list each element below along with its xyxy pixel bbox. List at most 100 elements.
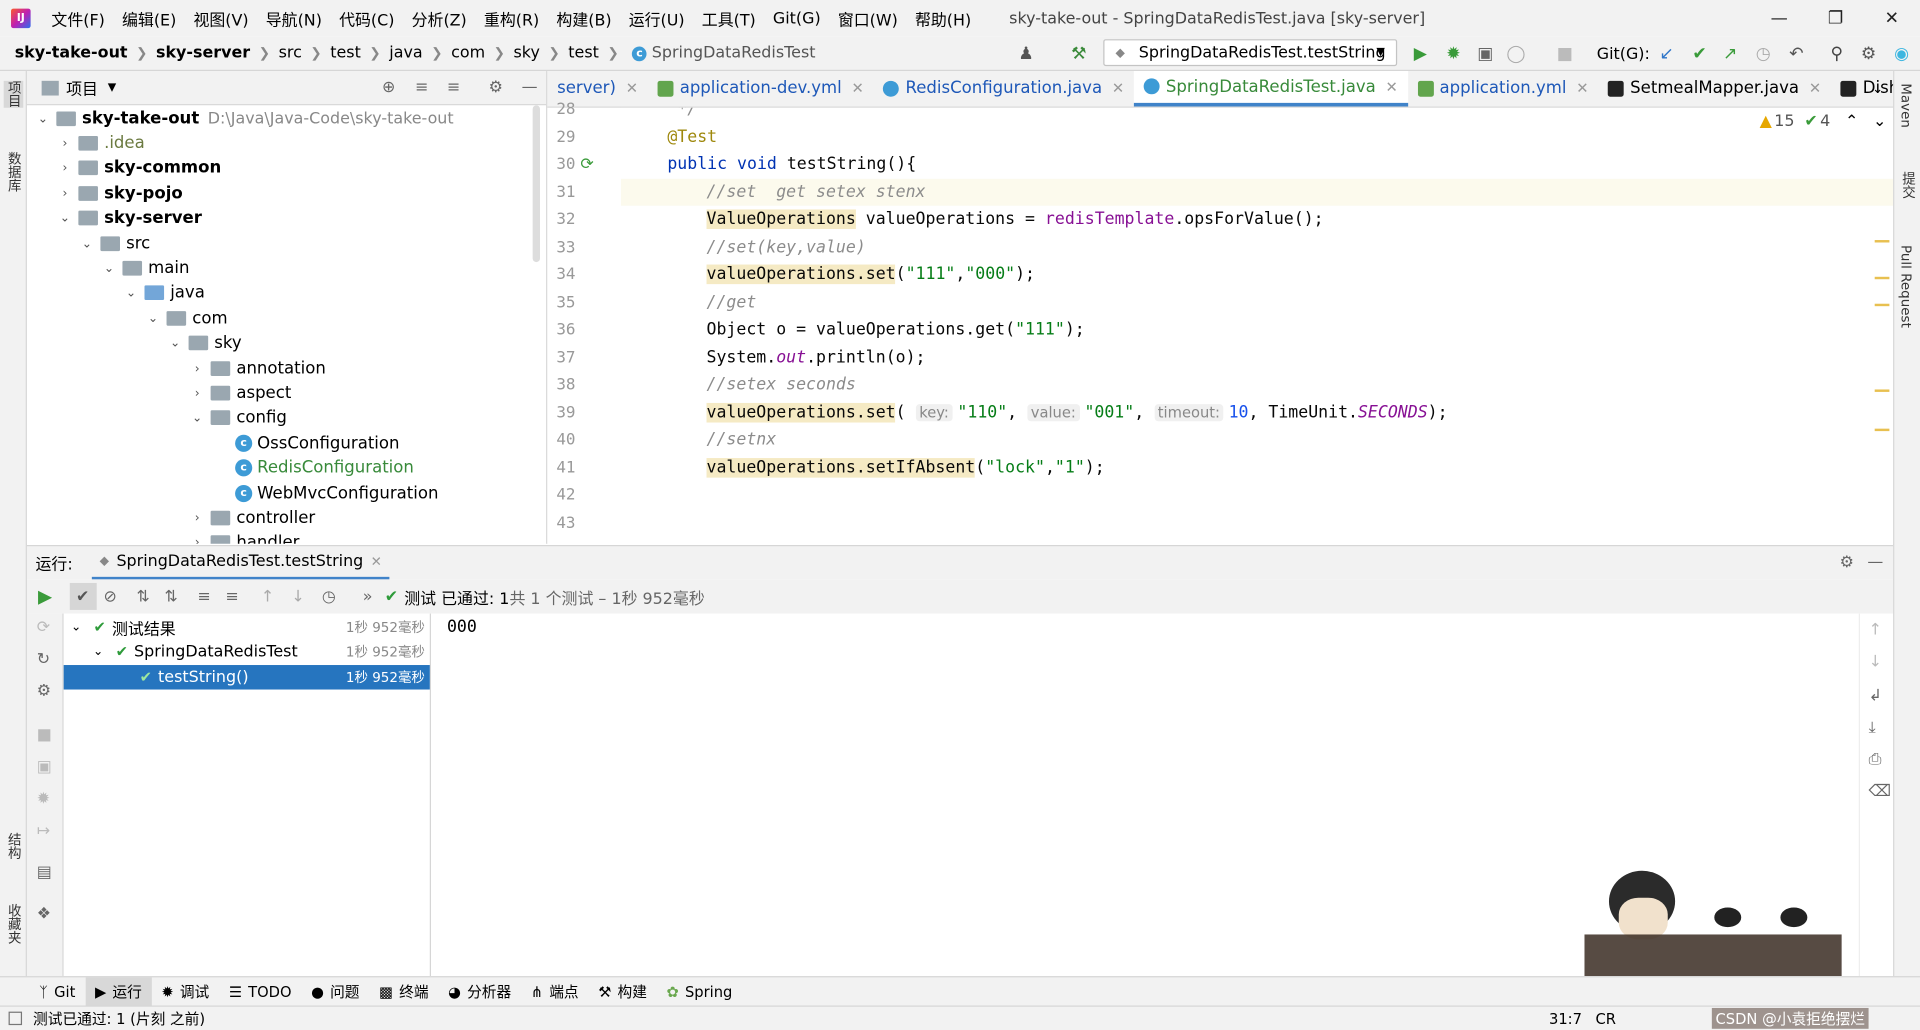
show-ignored-icon[interactable]: ⊘ [104, 587, 117, 605]
maximize-icon[interactable]: ❐ [1807, 0, 1863, 37]
menu-navigate[interactable]: 导航(N) [257, 7, 330, 30]
stripe-pull-request[interactable]: Pull Request [1898, 245, 1914, 328]
tree-item[interactable]: ⌄ sky [167, 331, 242, 355]
next-failed-icon[interactable]: ↓ [291, 587, 304, 605]
tool-spring[interactable]: ✿ Spring [657, 977, 742, 1006]
tool-debug[interactable]: ✹ 调试 [152, 977, 219, 1006]
sort-duration-icon[interactable]: ⇅ [165, 587, 178, 605]
breadcrumb-item[interactable]: java [389, 44, 422, 62]
menu-edit[interactable]: 编辑(E) [113, 7, 184, 30]
stripe-commit[interactable]: 提交 [1898, 171, 1918, 198]
history-icon[interactable]: ◷ [1753, 44, 1773, 64]
run-configuration-select[interactable]: ◆ SpringDataRedisTest.testString ▼ [1103, 39, 1398, 67]
breadcrumb-item[interactable]: test [330, 44, 361, 62]
more-icon[interactable]: » [363, 587, 373, 605]
tab-redis-configuration[interactable]: RedisConfiguration.java ✕ [874, 71, 1134, 107]
debug-icon[interactable]: ✹ [37, 790, 50, 808]
debug-icon[interactable]: ✹ [1444, 44, 1464, 64]
menu-build[interactable]: 构建(B) [548, 7, 620, 30]
stripe-favorites[interactable]: 收藏夹 [4, 904, 24, 944]
tool-build[interactable]: ⚒ 构建 [588, 977, 656, 1006]
menu-file[interactable]: 文件(F) [43, 7, 114, 30]
tree-item[interactable]: ⌄ java [122, 280, 205, 304]
error-stripe-mark[interactable] [1874, 389, 1890, 392]
settings-gear-icon[interactable]: ⚙ [489, 78, 503, 96]
tree-item[interactable]: c OssConfiguration [230, 431, 399, 455]
tree-item[interactable]: ⌄ config [189, 405, 287, 429]
hide-icon[interactable]: — [522, 78, 538, 96]
tab-setmeal-mapper[interactable]: SetmealMapper.java ✕ [1598, 71, 1831, 107]
chevron-down-icon[interactable]: ⌄ [1873, 113, 1886, 131]
error-stripe-mark[interactable] [1874, 276, 1890, 307]
menu-tools[interactable]: 工具(T) [693, 7, 764, 30]
stripe-project[interactable]: 项目 [3, 80, 24, 108]
collapse-all-icon[interactable]: ≡ [226, 587, 239, 605]
tool-profiler[interactable]: ◕ 分析器 [438, 977, 521, 1006]
profile-icon[interactable]: ◯ [1506, 44, 1526, 64]
sort-alpha-icon[interactable]: ⇅ [136, 587, 149, 605]
stripe-database[interactable]: 数据库 [4, 152, 24, 192]
minimize-icon[interactable]: — [1751, 0, 1807, 37]
tree-item[interactable]: ⌄ sky-server [56, 206, 202, 230]
collapse-all-icon[interactable]: ≡ [447, 78, 460, 96]
breadcrumb-item[interactable]: sky-take-out [15, 44, 128, 62]
menu-run[interactable]: 运行(U) [620, 7, 693, 30]
build-hammer-icon[interactable]: ⚒ [1069, 44, 1089, 64]
search-icon[interactable]: ⚲ [1827, 44, 1847, 64]
menu-code[interactable]: 代码(C) [330, 7, 403, 30]
menu-git[interactable]: Git(G) [764, 9, 829, 27]
test-row-selected[interactable]: ✔ testString() 1秒 952毫秒 [63, 665, 430, 690]
breadcrumb-item[interactable]: SpringDataRedisTest [652, 44, 816, 62]
console-output[interactable]: 000 [431, 613, 1859, 977]
tab-application-yml[interactable]: application.yml ✕ [1408, 71, 1599, 107]
tree-item[interactable]: ⌄ src [78, 231, 150, 255]
toggle-auto-test-icon[interactable]: ↻ [37, 650, 50, 668]
expand-all-icon[interactable]: ≡ [197, 587, 210, 605]
close-icon[interactable]: ✕ [371, 553, 382, 569]
menu-window[interactable]: 窗口(W) [829, 7, 906, 30]
tool-git[interactable]: ᛉ Git [29, 977, 85, 1006]
arrow-down-icon[interactable]: ↓ [1869, 653, 1882, 671]
rerun-icon[interactable]: ▶ [38, 585, 52, 607]
tree-item[interactable]: › controller [189, 506, 315, 530]
close-icon[interactable]: ✕ [1864, 0, 1920, 37]
expand-all-icon[interactable]: ≡ [415, 78, 428, 96]
tool-run[interactable]: ▶ 运行 [85, 976, 152, 1007]
breadcrumb-item[interactable]: test [568, 44, 599, 62]
rollback-icon[interactable]: ↶ [1787, 44, 1807, 64]
tree-item[interactable]: ⌄ main [100, 256, 190, 280]
tool-problems[interactable]: ● 问题 [301, 977, 369, 1006]
trash-icon[interactable]: ⌫ [1869, 783, 1892, 801]
status-icon[interactable] [8, 1011, 23, 1026]
tree-item[interactable]: › handler [189, 530, 299, 544]
plugin-icon[interactable]: ◉ [1892, 44, 1912, 64]
git-push-icon[interactable]: ↗ [1720, 44, 1740, 64]
locate-icon[interactable]: ⊕ [382, 78, 395, 96]
chevron-down-icon[interactable]: ▼ [108, 81, 116, 93]
project-panel-title[interactable]: 项目 [66, 76, 98, 99]
tree-item[interactable]: ⌄ com [144, 306, 228, 330]
breadcrumb-item[interactable]: sky [514, 44, 540, 62]
run-tab[interactable]: ◆ SpringDataRedisTest.testString ✕ [92, 546, 390, 580]
tool-terminal[interactable]: ▩ 终端 [369, 977, 438, 1006]
stop-icon[interactable]: ■ [1555, 44, 1575, 64]
menu-view[interactable]: 视图(V) [185, 7, 257, 30]
hide-icon[interactable]: — [1867, 554, 1883, 572]
breadcrumb-item[interactable]: sky-server [156, 44, 250, 62]
tab-dish-flavor-mapper[interactable]: DishFlavorMapp [1831, 71, 1893, 107]
arrow-up-icon[interactable]: ↑ [1869, 621, 1882, 639]
tool-todo[interactable]: ☰ TODO [219, 977, 301, 1006]
tool-endpoints[interactable]: ⋔ 端点 [521, 977, 588, 1006]
error-stripe-mark[interactable] [1874, 428, 1890, 432]
run-test-gutter-icon[interactable]: ⟳ [580, 156, 593, 174]
camera-icon[interactable]: ▣ [37, 758, 52, 776]
scroll-to-end-icon[interactable]: ⤓ [1869, 719, 1876, 737]
caret-position[interactable]: 31:7 [1549, 1010, 1582, 1027]
show-passed-icon[interactable]: ✔ [69, 582, 97, 610]
user-icon[interactable]: ♟ [1016, 44, 1036, 64]
settings-gear-icon[interactable]: ⚙ [1859, 44, 1879, 64]
tree-item[interactable]: › .idea [56, 131, 144, 155]
coverage-icon[interactable]: ▣ [1476, 44, 1496, 64]
tree-item-root[interactable]: ⌄ sky-take-out D:\Java\Java-Code\sky-take-… [34, 107, 454, 131]
menu-help[interactable]: 帮助(H) [906, 7, 979, 30]
